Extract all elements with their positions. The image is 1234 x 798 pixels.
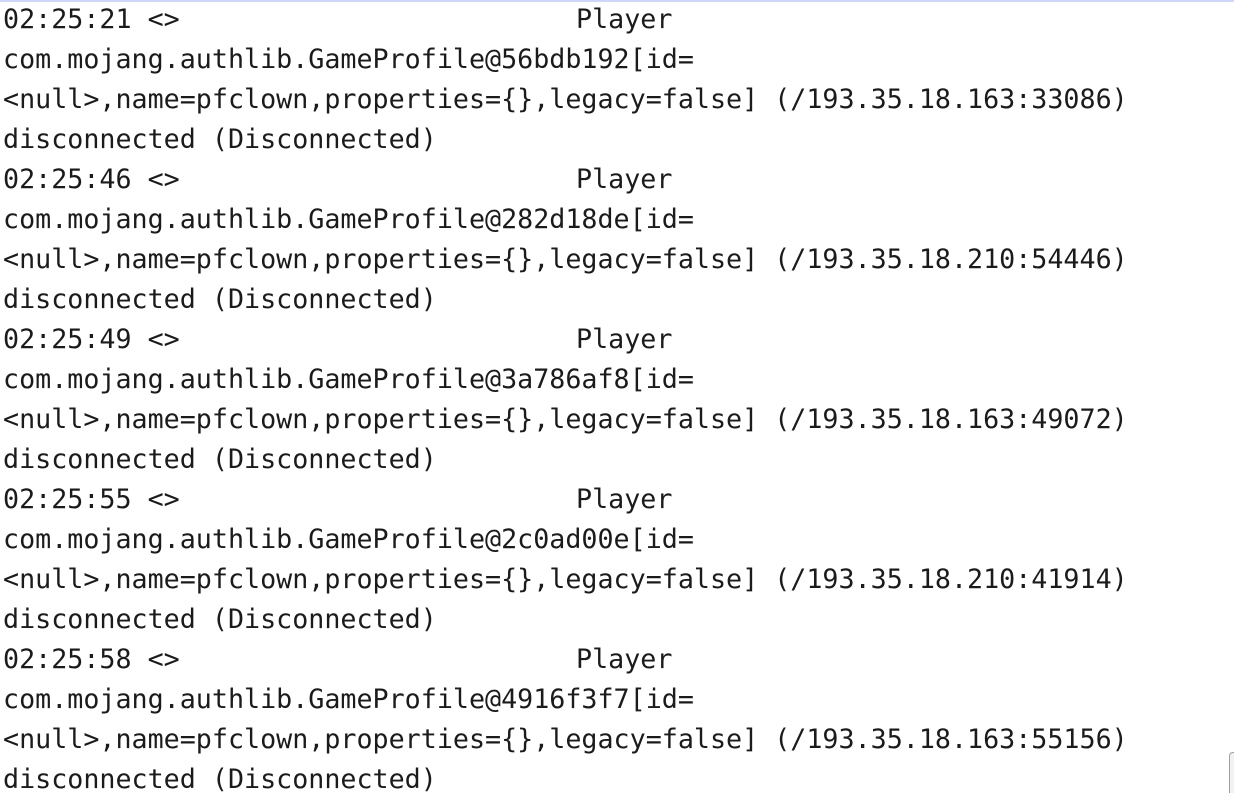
log-entry: 02:25:58 <> Player com.mojang.authlib.Gam… [3, 640, 1228, 798]
log-entry: 02:25:49 <> Player com.mojang.authlib.Gam… [3, 320, 1228, 480]
log-line-status: disconnected (Disconnected) [3, 284, 437, 315]
log-line-header: 02:25:58 <> Player [3, 640, 1228, 680]
log-entry: 02:25:46 <> Player com.mojang.authlib.Gam… [3, 160, 1228, 320]
log-event: Player [576, 4, 673, 35]
log-timestamp: 02:25:58 <> [3, 644, 180, 675]
log-line-profile: com.mojang.authlib.GameProfile@4916f3f7[… [3, 684, 694, 715]
log-line-details: <null>,name=pfclown,properties={},legacy… [3, 564, 1128, 595]
log-line-profile: com.mojang.authlib.GameProfile@2c0ad00e[… [3, 524, 694, 555]
log-timestamp: 02:25:49 <> [3, 324, 180, 355]
log-line-status: disconnected (Disconnected) [3, 764, 437, 795]
log-event: Player [576, 324, 673, 355]
log-event: Player [576, 644, 673, 675]
log-entry: 02:25:21 <> Player com.mojang.authlib.Gam… [3, 0, 1228, 160]
log-line-status: disconnected (Disconnected) [3, 444, 437, 475]
log-line-details: <null>,name=pfclown,properties={},legacy… [3, 724, 1128, 755]
log-timestamp: 02:25:46 <> [3, 164, 180, 195]
log-entry: 02:25:55 <> Player com.mojang.authlib.Gam… [3, 480, 1228, 640]
log-line-details: <null>,name=pfclown,properties={},legacy… [3, 404, 1128, 435]
log-line-header: 02:25:21 <> Player [3, 0, 1228, 40]
log-line-status: disconnected (Disconnected) [3, 604, 437, 635]
log-event: Player [576, 484, 673, 515]
scrollbar-edge[interactable] [1229, 752, 1234, 793]
log-line-profile: com.mojang.authlib.GameProfile@282d18de[… [3, 204, 694, 235]
log-line-profile: com.mojang.authlib.GameProfile@56bdb192[… [3, 44, 694, 75]
log-line-header: 02:25:55 <> Player [3, 480, 1228, 520]
log-line-profile: com.mojang.authlib.GameProfile@3a786af8[… [3, 364, 694, 395]
server-log-view[interactable]: 02:25:21 <> Player com.mojang.authlib.Gam… [3, 0, 1228, 798]
log-timestamp: 02:25:55 <> [3, 484, 180, 515]
log-line-header: 02:25:46 <> Player [3, 160, 1228, 200]
log-event: Player [576, 164, 673, 195]
log-line-details: <null>,name=pfclown,properties={},legacy… [3, 244, 1128, 275]
log-line-header: 02:25:49 <> Player [3, 320, 1228, 360]
log-line-status: disconnected (Disconnected) [3, 124, 437, 155]
log-line-details: <null>,name=pfclown,properties={},legacy… [3, 84, 1128, 115]
log-timestamp: 02:25:21 <> [3, 4, 180, 35]
